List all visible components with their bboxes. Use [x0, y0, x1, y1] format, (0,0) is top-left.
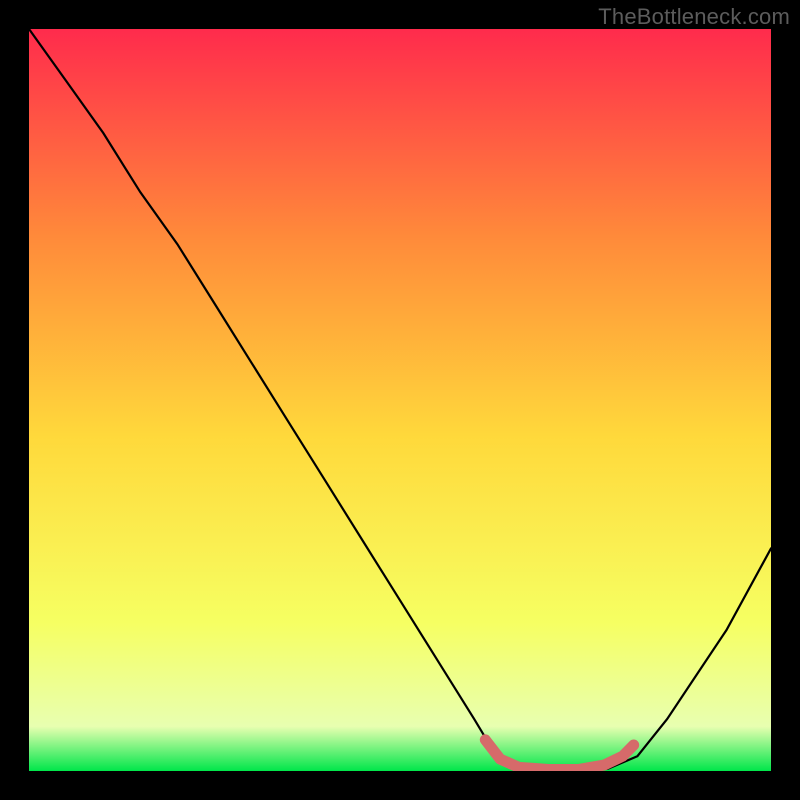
watermark-label: TheBottleneck.com [598, 4, 790, 30]
optimal-range-start-dot [480, 735, 490, 745]
bottleneck-plot [29, 29, 771, 771]
chart-frame: TheBottleneck.com [0, 0, 800, 800]
plot-svg [29, 29, 771, 771]
optimal-range-end-dot [629, 740, 639, 750]
gradient-background [29, 29, 771, 771]
